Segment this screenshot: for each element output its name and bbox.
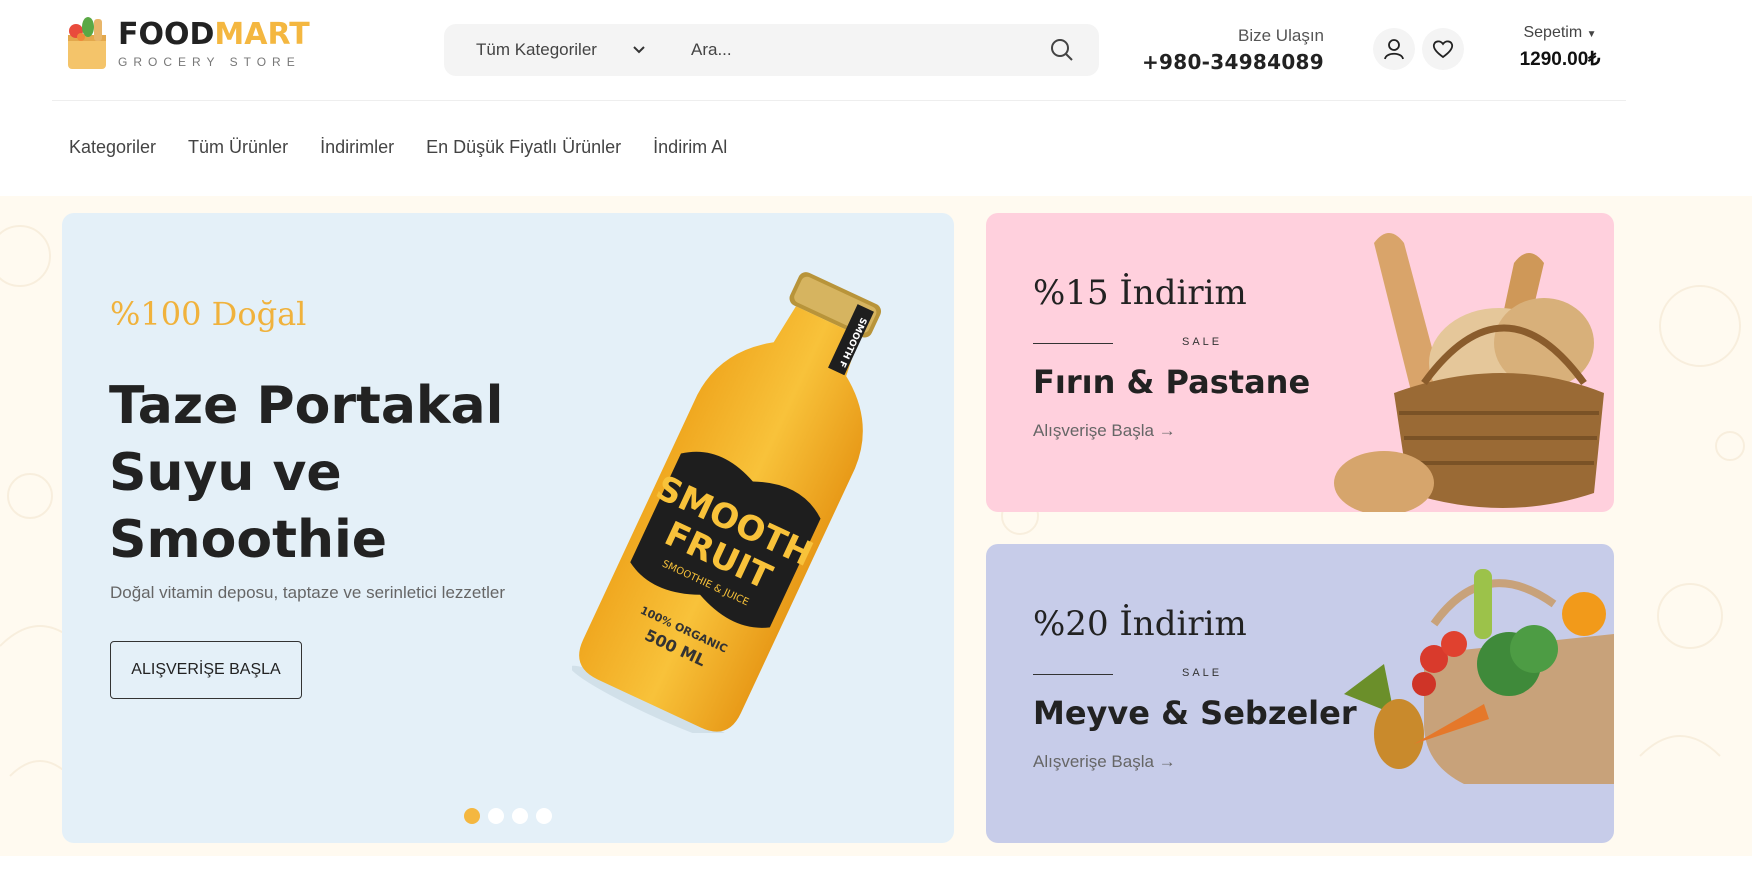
site-header: FOODMART GROCERY STORE Tüm Kategoriler B… <box>0 0 1752 100</box>
slider-dot-3[interactable] <box>512 808 528 824</box>
nav-item-discounts[interactable]: İndirimler <box>320 137 394 158</box>
slider-dot-1[interactable] <box>464 808 480 824</box>
cart-label: Sepetim <box>1523 24 1583 41</box>
promo-title: Meyve & Sebzeler <box>1033 694 1357 732</box>
cart-dropdown[interactable]: Sepetim ▼ 1290.00₺ <box>1510 24 1610 71</box>
category-select[interactable]: Tüm Kategoriler <box>476 40 646 60</box>
bread-basket-image <box>1334 233 1604 512</box>
arrow-right-icon: → <box>1158 421 1176 440</box>
nav-item-get-discount[interactable]: İndirim Al <box>653 137 727 158</box>
search-input[interactable] <box>691 30 1036 70</box>
promo-sale-label: SALE <box>1182 336 1223 348</box>
nav-item-all-products[interactable]: Tüm Ürünler <box>188 137 288 158</box>
caret-down-icon: ▼ <box>1586 29 1597 40</box>
promo-title: Fırın & Pastane <box>1033 363 1311 401</box>
hero-slider: %100 Doğal Taze Portakal Suyu ve Smoothi… <box>62 213 954 843</box>
promo-shop-link[interactable]: Alışverişe Başla → <box>1033 421 1176 441</box>
promo-shop-link[interactable]: Alışverişe Başla → <box>1033 752 1176 772</box>
slider-dots <box>464 808 552 824</box>
arrow-right-icon: → <box>1158 752 1176 771</box>
heart-icon <box>1432 40 1454 59</box>
hero-shop-button[interactable]: ALIŞVERİŞE BAŞLA <box>110 641 302 699</box>
nav-item-categories[interactable]: Kategoriler <box>69 137 156 158</box>
contact-phone[interactable]: +980-34984089 <box>1140 50 1324 74</box>
promo-divider <box>1033 674 1113 675</box>
wishlist-button[interactable] <box>1422 28 1464 70</box>
promo-discount: %20 İndirim <box>1033 604 1247 644</box>
cart-total: 1290.00₺ <box>1519 49 1601 70</box>
slider-dot-4[interactable] <box>536 808 552 824</box>
contact-label: Bize Ulaşın <box>1238 26 1324 45</box>
account-button[interactable] <box>1373 28 1415 70</box>
search-icon[interactable] <box>1049 37 1075 63</box>
promo-card-produce[interactable]: %20 İndirim SALE Meyve & Sebzeler Alışve… <box>986 544 1614 843</box>
contact-info: Bize Ulaşın +980-34984089 <box>1140 26 1324 74</box>
promo-discount: %15 İndirim <box>1033 273 1247 313</box>
promo-card-bakery[interactable]: %15 İndirim SALE Fırın & Pastane Alışver… <box>986 213 1614 512</box>
header-divider <box>52 100 1626 101</box>
brand-name: FOODMART <box>118 17 310 52</box>
user-icon <box>1384 39 1404 60</box>
search-bar: Tüm Kategoriler <box>444 24 1099 76</box>
brand-tagline: GROCERY STORE <box>118 55 301 69</box>
main-nav: Kategoriler Tüm Ürünler İndirimler En Dü… <box>69 137 727 158</box>
category-select-label: Tüm Kategoriler <box>476 40 597 59</box>
vegetable-bag-image <box>1344 569 1614 784</box>
grocery-bag-icon <box>66 17 108 71</box>
nav-item-lowest-price[interactable]: En Düşük Fiyatlı Ürünler <box>426 137 621 158</box>
juice-bottle-image: SMOOTH FRUIT SMOOTHIE & JUICE 100% ORGAN… <box>572 272 882 733</box>
logo[interactable]: FOODMART GROCERY STORE <box>66 14 316 74</box>
hero-description: Doğal vitamin deposu, taptaze ve serinle… <box>110 583 505 602</box>
chevron-down-icon <box>633 46 645 54</box>
promo-sale-label: SALE <box>1182 667 1223 679</box>
slider-dot-2[interactable] <box>488 808 504 824</box>
hero-tag: %100 Doğal <box>110 295 307 333</box>
promo-divider <box>1033 343 1113 344</box>
hero-title: Taze Portakal Suyu ve Smoothie <box>109 376 504 570</box>
